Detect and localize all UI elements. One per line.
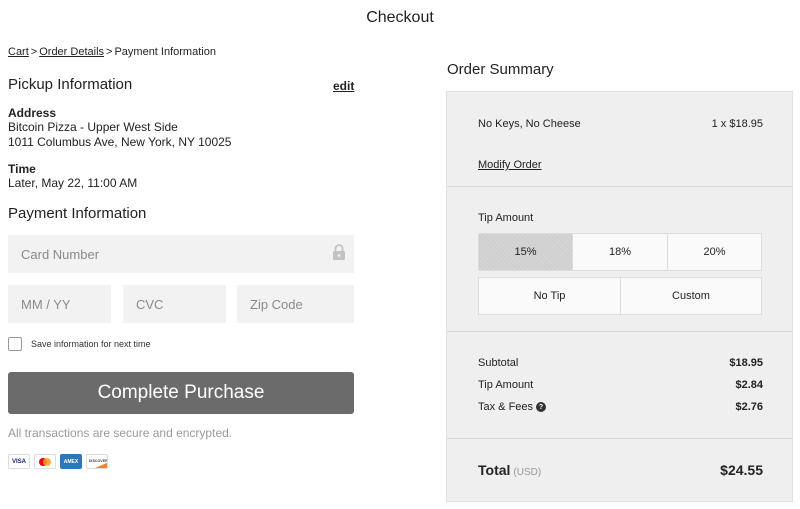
order-item-price: 1 x $18.95 — [711, 118, 763, 130]
expiry-input[interactable] — [8, 285, 111, 323]
address-line1: Bitcoin Pizza - Upper West Side — [8, 120, 178, 134]
lock-icon — [333, 244, 345, 260]
tip-option-no-tip[interactable]: No Tip — [478, 277, 621, 315]
address-line2: 1011 Columbus Ave, New York, NY 10025 — [8, 135, 232, 149]
visa-logo: VISA — [8, 454, 30, 469]
zip-code-input[interactable] — [237, 285, 354, 323]
cvc-input[interactable] — [123, 285, 226, 323]
tip-option-20[interactable]: 20% — [667, 233, 762, 271]
secure-transactions-text: All transactions are secure and encrypte… — [8, 426, 233, 440]
total-currency: (USD) — [513, 467, 542, 478]
save-info-checkbox[interactable] — [8, 337, 22, 351]
tax-fees-row: Tax & Fees? — [478, 401, 547, 413]
total-label: Total — [478, 462, 511, 478]
order-summary-heading: Order Summary — [447, 61, 554, 78]
tax-fees-label: Tax & Fees — [478, 401, 534, 413]
total-row: Total (USD) — [478, 462, 541, 478]
card-number-input[interactable] — [8, 235, 354, 273]
save-info-label: Save information for next time — [31, 339, 151, 349]
total-value: $24.55 — [720, 462, 763, 478]
tax-fees-value: $2.76 — [735, 401, 763, 413]
divider — [447, 438, 792, 439]
time-value: Later, May 22, 11:00 AM — [8, 176, 138, 190]
accepted-cards: VISA AMEX DISCOVER — [8, 454, 108, 469]
divider — [447, 331, 792, 332]
discover-logo: DISCOVER — [86, 454, 108, 469]
tip-amount-label: Tip Amount — [478, 212, 534, 224]
time-label: Time — [8, 162, 36, 176]
divider — [447, 186, 792, 187]
tip-total-label: Tip Amount — [478, 379, 534, 391]
breadcrumb: Cart > Order Details > Payment Information — [8, 46, 216, 58]
address-label: Address — [8, 106, 57, 120]
breadcrumb-current: Payment Information — [114, 46, 216, 58]
edit-pickup-link[interactable]: edit — [333, 79, 354, 93]
subtotal-value: $18.95 — [729, 357, 763, 369]
help-icon[interactable]: ? — [536, 402, 547, 413]
breadcrumb-cart-link[interactable]: Cart — [8, 46, 29, 58]
tip-option-custom[interactable]: Custom — [620, 277, 762, 315]
pickup-heading: Pickup Information — [8, 76, 133, 93]
mastercard-logo — [34, 454, 56, 469]
tip-option-15[interactable]: 15% — [478, 233, 573, 271]
tip-option-18[interactable]: 18% — [572, 233, 668, 271]
payment-heading: Payment Information — [8, 205, 147, 222]
tip-total-value: $2.84 — [735, 379, 763, 391]
breadcrumb-separator: > — [106, 46, 113, 58]
modify-order-link[interactable]: Modify Order — [478, 159, 542, 171]
order-item-name: No Keys, No Cheese — [478, 118, 581, 130]
breadcrumb-separator: > — [30, 46, 38, 58]
subtotal-label: Subtotal — [478, 357, 519, 369]
complete-purchase-button[interactable]: Complete Purchase — [8, 372, 354, 414]
svg-text:DISCOVER: DISCOVER — [89, 459, 107, 463]
breadcrumb-order-details-link[interactable]: Order Details — [39, 46, 104, 58]
page-title: Checkout — [366, 9, 434, 26]
amex-logo: AMEX — [60, 454, 82, 469]
